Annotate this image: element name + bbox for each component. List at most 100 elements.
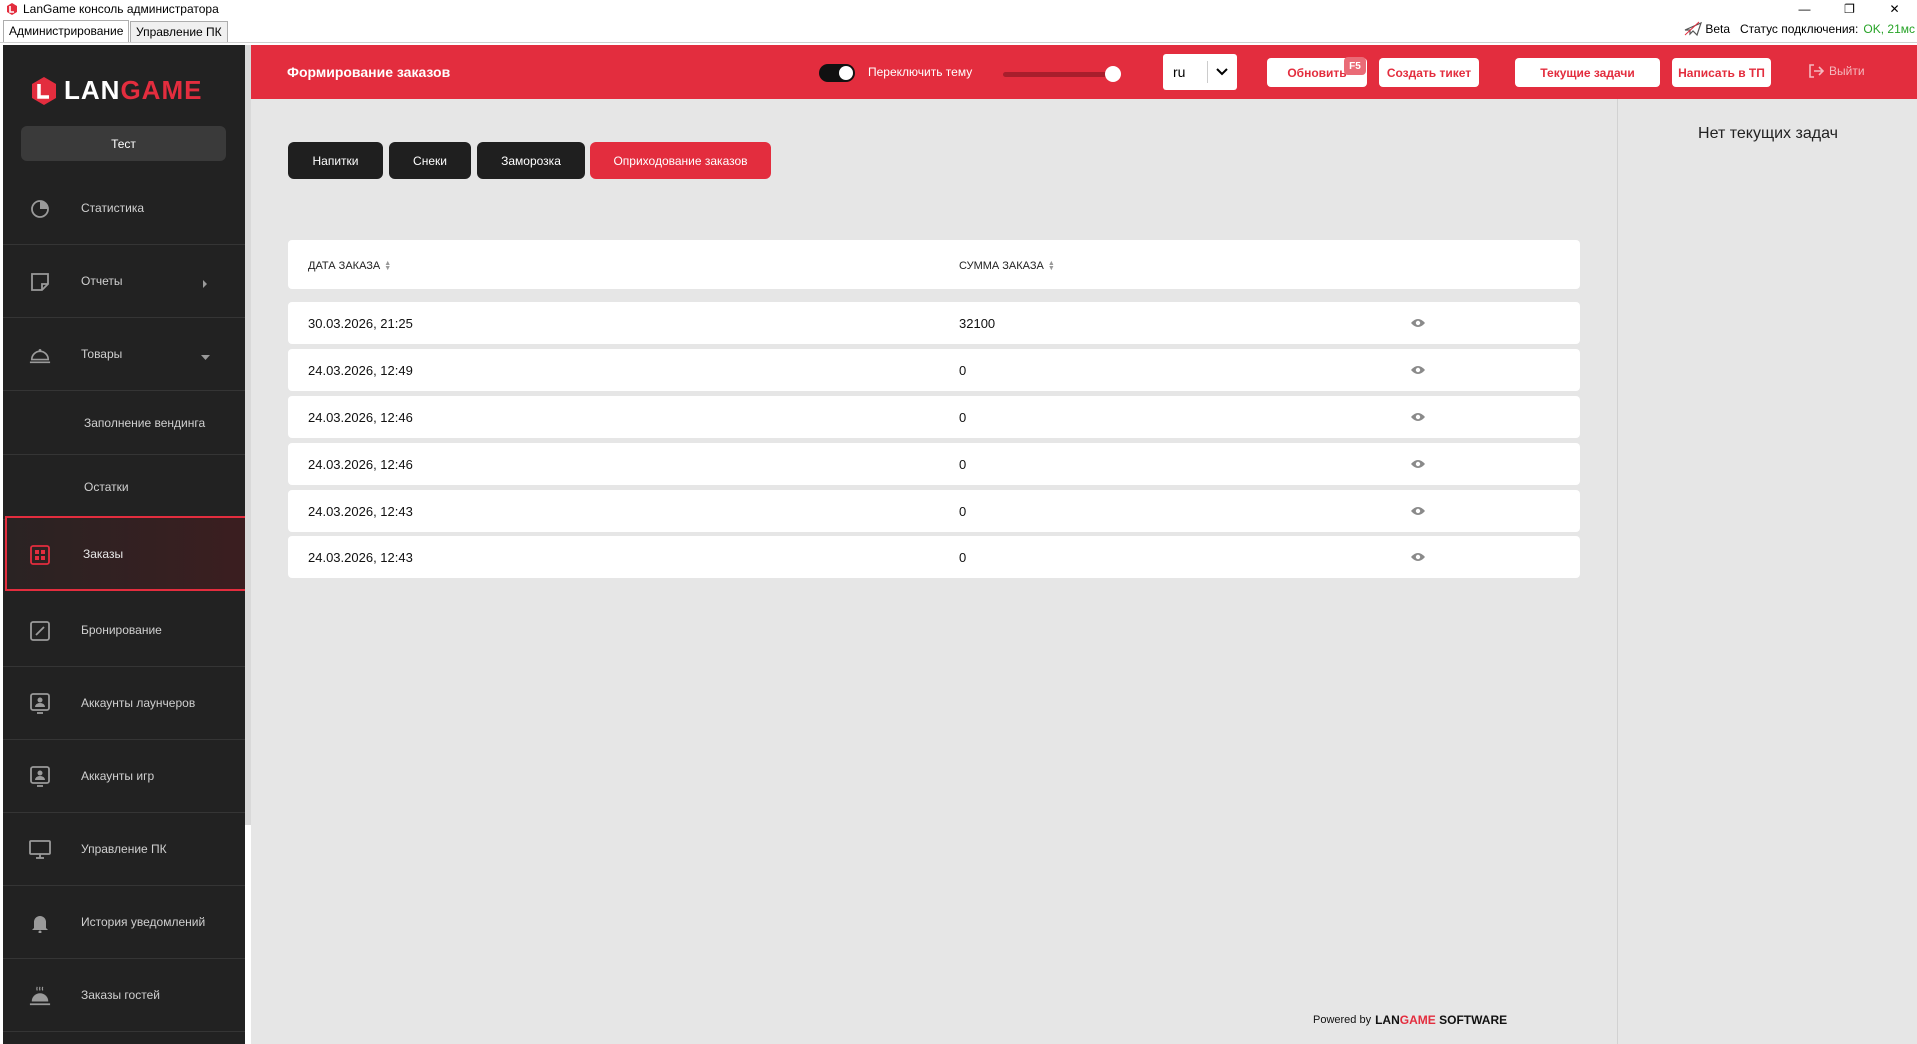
eye-icon[interactable] [1410,316,1426,334]
tab-pc-management[interactable]: Управление ПК [130,21,228,42]
close-icon[interactable]: ✕ [1872,0,1917,17]
langame-logo: LANGAME [30,75,202,106]
footer-brand-software: SOFTWARE [1439,1013,1508,1027]
grid-icon [29,544,51,566]
order-date: 24.03.2026, 12:43 [308,504,413,519]
sidebar-item-orders[interactable]: Заказы [5,516,245,591]
sidebar-item-label: Бронирование [81,623,162,637]
order-date: 24.03.2026, 12:46 [308,410,413,425]
connection-status: Beta Статус подключения: OK, 21мс [1684,21,1915,37]
tab-drinks[interactable]: Напитки [288,142,383,179]
bell-icon [29,912,51,934]
cloche-icon [29,344,51,366]
app-logo-icon [7,2,17,15]
order-date: 24.03.2026, 12:46 [308,457,413,472]
tab-snacks[interactable]: Снеки [389,142,471,179]
cloche-steam-icon [29,985,51,1007]
sidebar-item-goods[interactable]: Товары [3,318,245,391]
club-selector[interactable]: Тест [21,126,226,161]
sidebar-item-label: Заполнение вендинга [84,415,206,430]
minimize-icon[interactable]: — [1782,0,1827,17]
orders-table-header: ДАТА ЗАКАЗА ▲ ▼ СУММА ЗАКАЗА ▲ ▼ [288,240,1580,289]
eye-icon[interactable] [1410,504,1426,522]
table-row: 24.03.2026, 12:43 0 [288,536,1580,578]
edit-square-icon [29,620,51,642]
order-sum: 0 [959,410,967,425]
plane-icon [1684,21,1703,37]
table-row: 24.03.2026, 12:49 0 [288,349,1580,391]
langame-logo-icon [32,76,56,105]
sidebar-item-label: История уведомлений [81,915,206,929]
eye-icon[interactable] [1410,363,1426,381]
monitor-icon [29,839,51,861]
language-select[interactable]: ru [1163,54,1237,90]
sidebar-item-vending-fill[interactable]: Заполнение вендинга [3,391,245,455]
footer-brand-game: GAME [1399,1013,1436,1027]
beta-label: Beta [1705,22,1730,36]
sidebar-item-stock[interactable]: Остатки [3,455,245,520]
sidebar-item-label: Аккаунты игр [81,769,155,783]
logo-game-text: GAME [120,75,203,105]
theme-toggle[interactable] [819,64,855,82]
account-icon [29,693,51,715]
language-value: ru [1173,64,1186,80]
pie-chart-icon [29,198,51,220]
chevron-down-icon [1216,63,1228,81]
sidebar: LANGAME Тест Статистика Отчеты Товары За… [3,45,245,1044]
column-order-date[interactable]: ДАТА ЗАКАЗА ▲ ▼ [308,260,391,272]
footer-brand-lan: LAN [1375,1013,1400,1027]
main-content: Напитки Снеки Заморозка Оприходование за… [251,99,1617,1044]
order-sum: 0 [959,457,967,472]
column-label: ДАТА ЗАКАЗА [308,260,381,272]
sidebar-item-label: Управление ПК [81,842,167,856]
sidebar-item-guest-orders[interactable]: Заказы гостей [3,959,245,1032]
sidebar-item-label: Остатки [84,480,129,494]
logout-button[interactable]: Выйти [1808,64,1865,78]
connection-label: Статус подключения: [1740,22,1859,36]
table-row: 30.03.2026, 21:25 32100 [288,302,1580,344]
order-sum: 32100 [959,316,996,331]
order-sum: 0 [959,363,967,378]
tab-administration[interactable]: Администрирование [3,20,130,42]
sidebar-item-notification-history[interactable]: История уведомлений [3,886,245,959]
sidebar-item-launcher-accounts[interactable]: Аккаунты лаунчеров [3,667,245,740]
sidebar-item-label: Аккаунты лаунчеров [81,696,196,710]
logout-icon [1809,64,1824,78]
current-tasks-button[interactable]: Текущие задачи [1515,58,1660,87]
sidebar-item-label: Отчеты [81,274,123,288]
logo-lan-text: LAN [64,75,121,105]
sidebar-item-pc-management[interactable]: Управление ПК [3,813,245,886]
sidebar-item-label: Товары [81,347,123,361]
logout-label: Выйти [1829,64,1865,78]
note-icon [29,271,51,293]
create-ticket-button[interactable]: Создать тикет [1379,58,1479,87]
select-divider [1207,61,1208,83]
refresh-hotkey-badge: F5 [1344,57,1366,75]
restore-icon[interactable]: ❐ [1827,0,1872,17]
column-order-sum[interactable]: СУММА ЗАКАЗА ▲ ▼ [959,260,1055,272]
theme-toggle-label: Переключить тему [868,65,973,79]
eye-icon[interactable] [1410,457,1426,475]
eye-icon[interactable] [1410,550,1426,568]
sidebar-item-game-accounts[interactable]: Аккаунты игр [3,740,245,813]
sidebar-item-label: Статистика [81,201,145,215]
toggle-knob [839,66,853,80]
table-row: 24.03.2026, 12:43 0 [288,490,1580,532]
write-support-button[interactable]: Написать в ТП [1672,58,1771,87]
eye-icon[interactable] [1410,410,1426,428]
tab-frozen[interactable]: Заморозка [477,142,585,179]
sidebar-item-label: Заказы [83,546,124,561]
account-icon [29,766,51,788]
order-date: 24.03.2026, 12:43 [308,550,413,565]
sidebar-item-booking[interactable]: Бронирование [3,594,245,667]
slider-thumb[interactable] [1105,66,1121,82]
order-date: 30.03.2026, 21:25 [308,316,413,331]
sort-icon: ▲ ▼ [384,260,392,272]
brightness-slider[interactable] [1003,66,1121,82]
chevron-right-icon [201,277,209,291]
sidebar-item-statistics[interactable]: Статистика [3,172,245,245]
window-controls: — ❐ ✕ [1782,0,1917,17]
sidebar-item-reports[interactable]: Отчеты [3,245,245,318]
table-row: 24.03.2026, 12:46 0 [288,396,1580,438]
tab-order-receipt[interactable]: Оприходование заказов [590,142,771,179]
